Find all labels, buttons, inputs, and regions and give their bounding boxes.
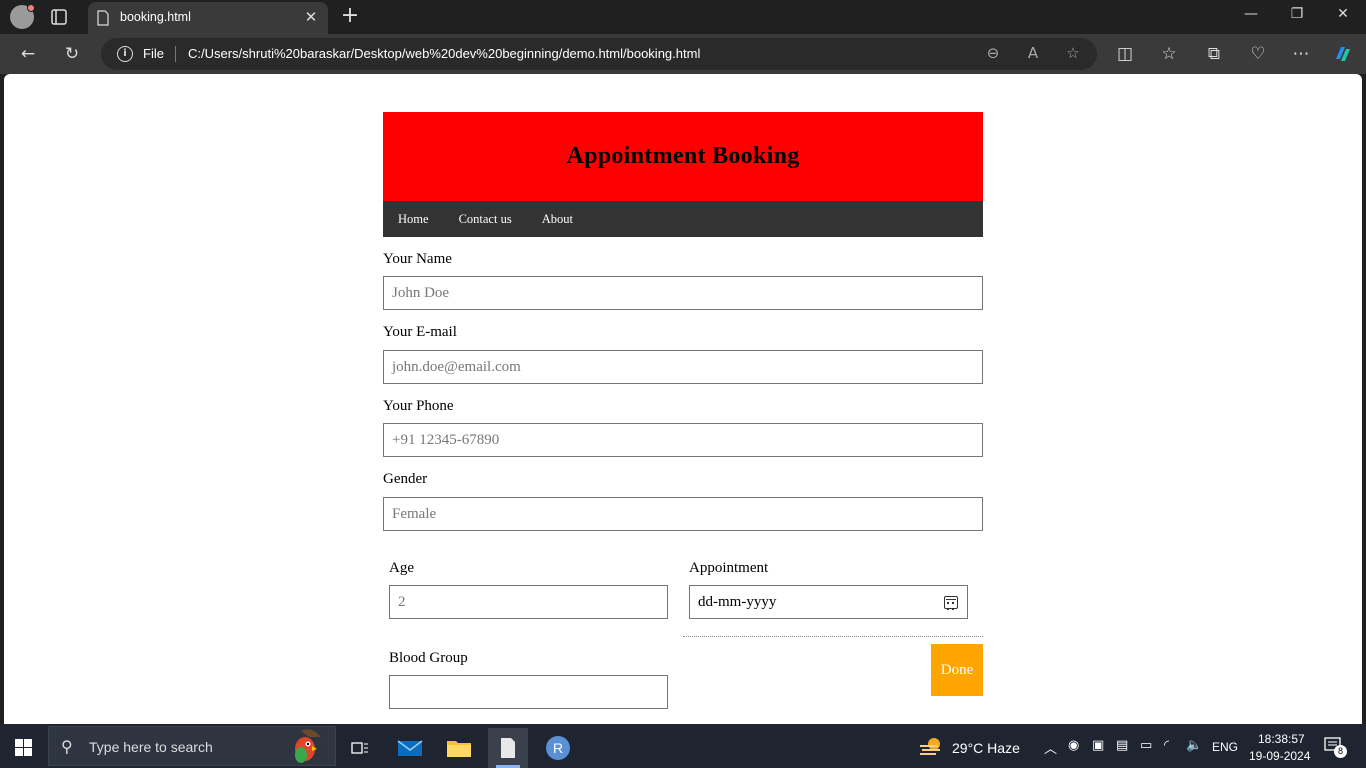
notepad-app-icon[interactable]	[488, 728, 528, 768]
address-url[interactable]: C:/Users/shruti%20baraskar/Desktop/web%2…	[188, 46, 700, 61]
close-window-button[interactable]: ✕	[1328, 6, 1358, 22]
file-explorer-icon[interactable]	[439, 728, 479, 768]
collections-icon[interactable]: ⧉	[1203, 43, 1225, 65]
profile-avatar[interactable]	[10, 4, 35, 29]
notification-count: 8	[1334, 745, 1347, 758]
mail-app-icon[interactable]	[390, 728, 430, 768]
close-tab-icon[interactable]: ✕	[302, 8, 320, 26]
split-screen-icon[interactable]: ◫	[1114, 43, 1136, 65]
appointment-date-placeholder: dd-mm-yyyy	[698, 594, 777, 610]
tab-title: booking.html	[120, 10, 191, 24]
weather-haze-icon[interactable]	[918, 736, 944, 756]
tab-actions-icon[interactable]	[50, 8, 68, 26]
document-icon	[97, 10, 109, 26]
search-highlight-parrot-icon	[295, 729, 321, 763]
task-view-icon[interactable]	[340, 728, 380, 768]
nav-contact-link[interactable]: Contact us	[459, 212, 512, 227]
appointment-date-input[interactable]: dd-mm-yyyy	[689, 585, 968, 619]
r-app-icon[interactable]: R	[538, 728, 578, 768]
page-title: Appointment Booking	[566, 143, 800, 169]
taskbar-search[interactable]: ⚲ Type here to search	[48, 726, 336, 766]
more-menu-icon[interactable]: ⋯	[1290, 43, 1312, 65]
volume-icon[interactable]: 🔈	[1186, 738, 1202, 753]
booking-page: Appointment Booking Home Contact us Abou…	[383, 112, 983, 709]
appointment-label: Appointment	[689, 560, 769, 576]
gender-input[interactable]: Female	[383, 497, 983, 531]
email-label: Your E-mail	[383, 324, 457, 340]
taskbar-search-placeholder: Type here to search	[89, 739, 213, 755]
battery-icon[interactable]: ▭	[1140, 738, 1152, 753]
search-icon: ⚲	[61, 737, 73, 756]
new-tab-button[interactable]: +	[338, 4, 362, 28]
zoom-out-icon[interactable]: ⊖	[983, 44, 1003, 62]
age-label: Age	[389, 560, 414, 576]
navigation-bar: Home Contact us About	[383, 201, 983, 237]
read-aloud-icon[interactable]: A	[1023, 44, 1043, 62]
divider	[683, 636, 983, 637]
browser-essentials-icon[interactable]: ♡	[1247, 43, 1269, 65]
meet-icon[interactable]: ▤	[1116, 738, 1128, 753]
windows-start-icon[interactable]	[15, 739, 32, 756]
clock-time[interactable]: 18:38:57	[1258, 732, 1305, 746]
wifi-icon[interactable]: ◜	[1164, 738, 1169, 753]
profile-status-dot	[27, 4, 35, 12]
active-tab[interactable]: booking.html ✕	[88, 2, 328, 34]
taskbar: ⚲ Type here to search R 29°C Haze ︿ ◉ ▣ …	[0, 724, 1366, 768]
show-hidden-icons-chevron-icon[interactable]: ︿	[1044, 738, 1057, 757]
weather-text[interactable]: 29°C Haze	[952, 740, 1020, 756]
nav-about-link[interactable]: About	[542, 212, 573, 227]
address-scheme: File	[143, 46, 164, 61]
calendar-icon[interactable]	[944, 596, 958, 610]
age-input[interactable]: 2	[389, 585, 668, 619]
restore-button[interactable]: ❐	[1282, 6, 1312, 22]
refresh-icon[interactable]: ↻	[61, 43, 83, 65]
camera-icon[interactable]: ▣	[1092, 738, 1104, 753]
address-bar[interactable]: i File C:/Users/shruti%20baraskar/Deskto…	[101, 38, 1097, 70]
copilot-icon[interactable]	[1332, 43, 1354, 65]
phone-input[interactable]: +91 12345-67890	[383, 423, 983, 457]
browser-toolbar: ← ↻ i File C:/Users/shruti%20baraskar/De…	[0, 34, 1366, 74]
page-header: Appointment Booking	[383, 112, 983, 201]
gender-label: Gender	[383, 471, 428, 487]
language-indicator[interactable]: ENG	[1212, 740, 1238, 754]
name-label: Your Name	[383, 251, 452, 267]
tab-strip: booking.html ✕ + — ❐ ✕	[0, 0, 1366, 34]
blood-group-input[interactable]	[389, 675, 668, 709]
blood-group-label: Blood Group	[389, 650, 468, 666]
address-separator	[175, 46, 176, 62]
nav-home-link[interactable]: Home	[398, 212, 429, 227]
back-arrow-icon[interactable]: ←	[17, 43, 39, 65]
done-button[interactable]: Done	[931, 644, 983, 696]
minimize-button[interactable]: —	[1236, 6, 1266, 22]
record-icon[interactable]: ◉	[1068, 738, 1079, 753]
name-input[interactable]: John Doe	[383, 276, 983, 310]
phone-label: Your Phone	[383, 398, 454, 414]
email-input[interactable]: john.doe@email.com	[383, 350, 983, 384]
favorite-star-icon[interactable]: ☆	[1063, 44, 1083, 62]
favorites-icon[interactable]: ☆	[1158, 43, 1180, 65]
clock-date[interactable]: 19-09-2024	[1249, 749, 1310, 763]
r-app-letter: R	[553, 740, 563, 756]
page-viewport: Appointment Booking Home Contact us Abou…	[4, 74, 1362, 724]
site-info-icon[interactable]: i	[117, 46, 133, 62]
notifications-icon[interactable]: 8	[1324, 736, 1347, 758]
